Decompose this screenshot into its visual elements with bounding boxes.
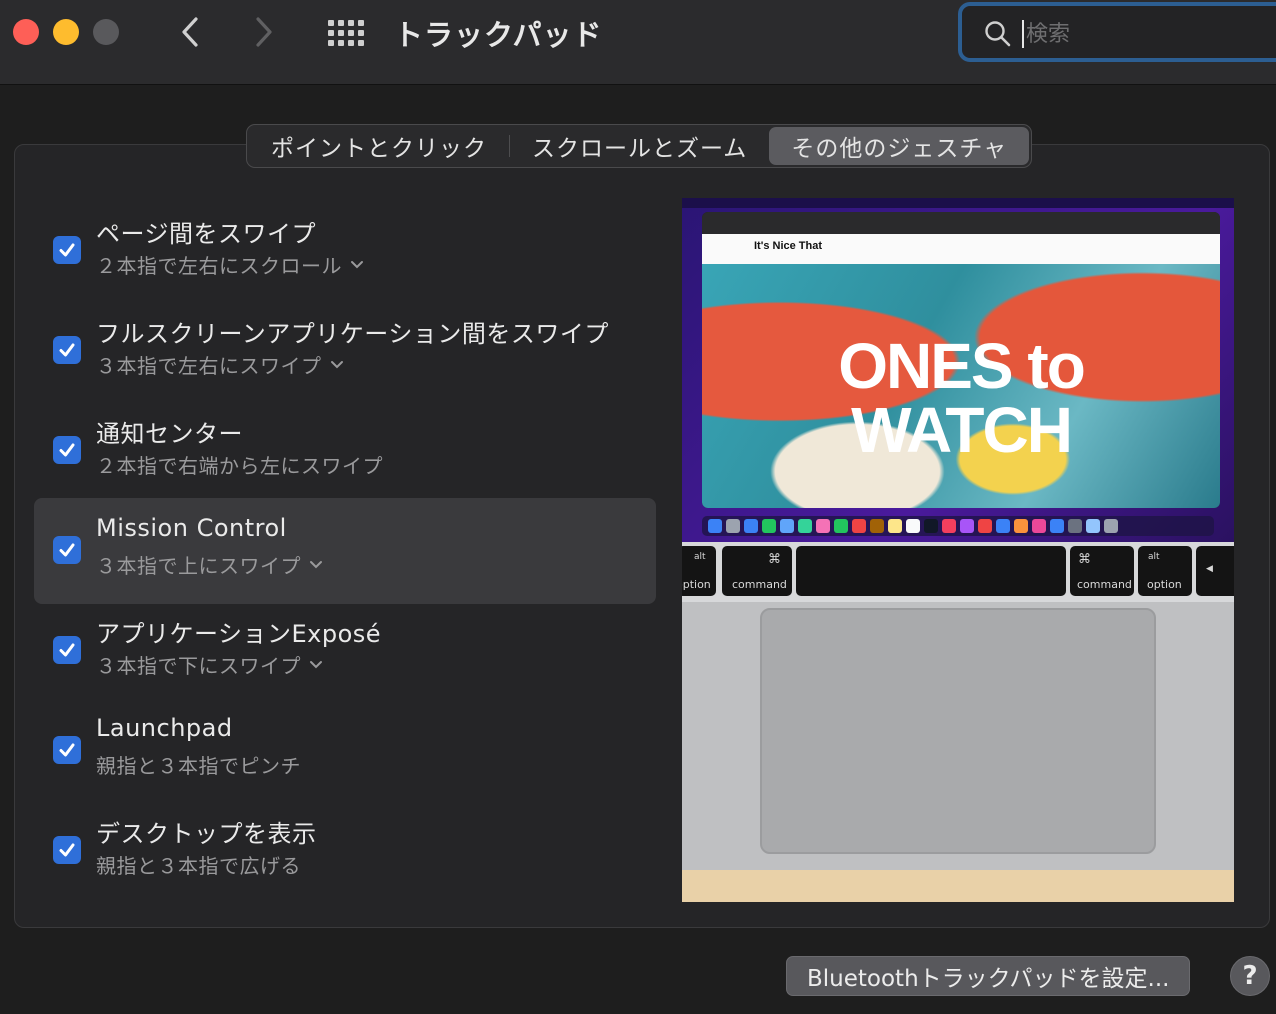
- zoom-window-button[interactable]: [93, 19, 119, 45]
- gesture-preview-video: It's Nice That ONES to WATCH alt option …: [682, 198, 1234, 902]
- gesture-title: フルスクリーンアプリケーション間をスワイプ: [96, 320, 609, 348]
- swipe-between-fullscreen-apps-checkbox[interactable]: [53, 336, 81, 364]
- launchpad-checkbox[interactable]: [53, 736, 81, 764]
- gesture-subtitle: ２本指で右端から左にスワイプ: [96, 454, 383, 478]
- tab-bar: ポイントとクリック スクロールとズーム その他のジェスチャ: [246, 124, 1033, 168]
- checkmark-icon: [59, 243, 75, 257]
- back-button[interactable]: [170, 12, 210, 52]
- gesture-swipe-between-pages: ページ間をスワイプ ２本指で左右にスクロール: [34, 200, 656, 300]
- key-label: option: [682, 578, 711, 591]
- gesture-option-dropdown[interactable]: ２本指で左右にスクロール: [96, 250, 364, 279]
- artwork-headline: ONES to WATCH: [702, 334, 1220, 462]
- app-expose-checkbox[interactable]: [53, 636, 81, 664]
- title-bar: トラックパッド: [0, 0, 1276, 85]
- gesture-subtitle: 親指と３本指で広げる: [96, 854, 301, 878]
- gesture-launchpad: Launchpad 親指と３本指でピンチ: [34, 700, 656, 800]
- show-desktop-checkbox[interactable]: [53, 836, 81, 864]
- gesture-show-desktop: デスクトップを表示 親指と３本指で広げる: [34, 800, 656, 900]
- key-label: command: [732, 578, 787, 591]
- gesture-title: デスクトップを表示: [96, 820, 317, 848]
- browser-site-header: It's Nice That: [702, 234, 1220, 264]
- tab-scroll-and-zoom[interactable]: スクロールとズーム: [510, 127, 769, 165]
- gesture-swipe-between-fullscreen-apps: フルスクリーンアプリケーション間をスワイプ ３本指で左右にスワイプ: [34, 300, 656, 400]
- key-arrow-left: ◀: [1196, 546, 1234, 596]
- chevron-right-icon: [256, 17, 272, 47]
- gesture-subtitle: ３本指で左右にスワイプ: [96, 354, 322, 378]
- chevron-down-icon: [310, 560, 322, 568]
- laptop-trackpad: [760, 608, 1156, 854]
- key-label: option: [1147, 578, 1182, 591]
- checkmark-icon: [59, 843, 75, 857]
- checkmark-icon: [59, 543, 75, 557]
- gesture-title: 通知センター: [96, 420, 243, 448]
- checkmark-icon: [59, 643, 75, 657]
- help-button[interactable]: ?: [1230, 956, 1270, 996]
- key-label: alt: [694, 552, 706, 562]
- key-label: ⌘: [1078, 552, 1091, 567]
- swipe-between-pages-checkbox[interactable]: [53, 236, 81, 264]
- preview-dock: [702, 516, 1214, 536]
- chevron-down-icon: [310, 660, 322, 668]
- key-label: command: [1077, 578, 1132, 591]
- headline-line-1: ONES to: [838, 330, 1086, 402]
- gesture-subtitle: ３本指で下にスワイプ: [96, 654, 301, 678]
- search-icon: [985, 21, 1011, 47]
- gesture-notification-center: 通知センター ２本指で右端から左にスワイプ: [34, 400, 656, 500]
- gesture-title: ページ間をスワイプ: [96, 220, 317, 248]
- gesture-subtitle: 親指と３本指でピンチ: [96, 754, 301, 778]
- gesture-option-dropdown[interactable]: ３本指で上にスワイプ: [96, 550, 323, 579]
- headline-line-2: WATCH: [851, 394, 1073, 466]
- close-window-button[interactable]: [13, 19, 39, 45]
- notification-center-checkbox[interactable]: [53, 436, 81, 464]
- preview-artwork: ONES to WATCH: [702, 264, 1220, 508]
- show-all-button[interactable]: [326, 14, 366, 54]
- mission-control-checkbox[interactable]: [53, 536, 81, 564]
- gesture-app-expose: アプリケーションExposé ３本指で下にスワイプ: [34, 600, 656, 700]
- chevron-down-icon: [330, 360, 343, 368]
- tab-point-and-click[interactable]: ポイントとクリック: [249, 127, 509, 165]
- gesture-title: アプリケーションExposé: [96, 620, 382, 648]
- gesture-option-dropdown[interactable]: ３本指で下にスワイプ: [96, 650, 323, 679]
- gesture-subtitle: ２本指で左右にスクロール: [96, 254, 342, 278]
- gesture-title: Launchpad: [96, 714, 233, 742]
- screen-menubar: [682, 198, 1234, 208]
- gesture-mission-control[interactable]: Mission Control ３本指で上にスワイプ: [34, 498, 656, 604]
- arrow-left-icon: ◀: [1206, 564, 1213, 574]
- key-space: [796, 546, 1066, 596]
- key-command-right: ⌘ command: [1070, 546, 1134, 596]
- search-field[interactable]: [958, 2, 1276, 62]
- checkmark-icon: [59, 443, 75, 457]
- minimize-window-button[interactable]: [53, 19, 79, 45]
- laptop-screen: It's Nice That ONES to WATCH: [682, 198, 1234, 542]
- search-input[interactable]: [1026, 16, 1226, 52]
- chevron-down-icon: [351, 260, 363, 268]
- forward-button[interactable]: [244, 12, 284, 52]
- key-option-right: alt option: [1138, 546, 1192, 596]
- desk-surface: [682, 870, 1234, 902]
- key-command-left: ⌘ command: [722, 546, 792, 596]
- text-cursor: [1022, 20, 1024, 48]
- key-label: ⌘: [768, 552, 781, 567]
- key-option-left: alt option: [682, 546, 716, 596]
- chevron-left-icon: [182, 17, 198, 47]
- laptop-keyboard: alt option ⌘ command ⌘ command alt optio…: [682, 542, 1234, 602]
- checkmark-icon: [59, 743, 75, 757]
- site-logo: It's Nice That: [754, 240, 823, 252]
- setup-bluetooth-trackpad-button[interactable]: Bluetoothトラックパッドを設定...: [786, 956, 1191, 996]
- tab-more-gestures[interactable]: その他のジェスチャ: [769, 127, 1030, 165]
- checkmark-icon: [59, 343, 75, 357]
- browser-toolbar: [702, 212, 1220, 234]
- preview-browser-window: It's Nice That ONES to WATCH: [702, 212, 1220, 508]
- key-label: alt: [1148, 552, 1160, 562]
- gesture-title: Mission Control: [96, 514, 287, 542]
- window-title: トラックパッド: [394, 18, 603, 52]
- gesture-subtitle: ３本指で上にスワイプ: [96, 554, 301, 578]
- gesture-option-dropdown[interactable]: ３本指で左右にスワイプ: [96, 350, 344, 379]
